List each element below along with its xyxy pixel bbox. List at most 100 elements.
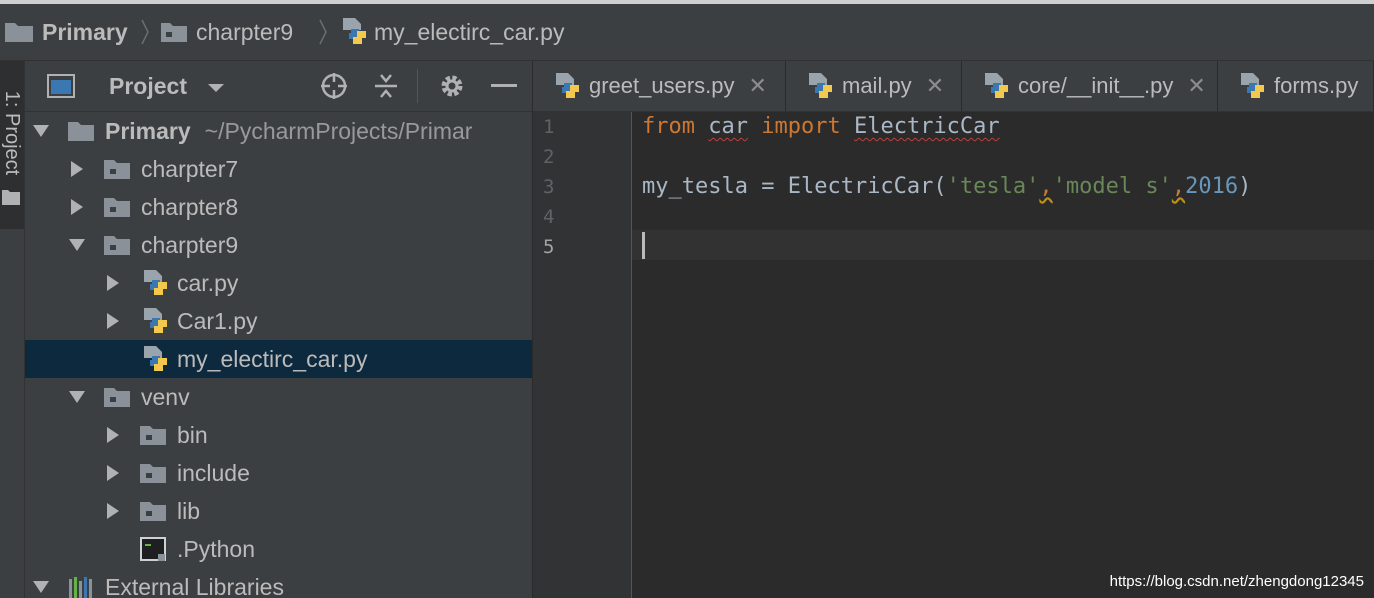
python-file-icon <box>144 308 167 333</box>
chevron-right-icon <box>140 18 150 46</box>
tree-item-label: charpter9 <box>141 232 239 258</box>
assign-operator: = <box>747 174 788 199</box>
close-paren: ) <box>1238 174 1252 199</box>
keyword-from: from <box>642 114 695 139</box>
chevron-right-icon <box>318 18 328 46</box>
folder-icon <box>5 23 33 42</box>
number-arg: 2016 <box>1185 174 1239 199</box>
folder-icon <box>104 388 130 407</box>
tree-item-label: External Libraries <box>105 574 284 598</box>
folder-icon <box>104 236 130 255</box>
tree-item-label: my_electirc_car.py <box>177 346 368 372</box>
constructor-call: ElectricCar( <box>787 174 947 199</box>
tree-item-external-libraries[interactable]: External Libraries <box>25 568 532 598</box>
line-number-gutter: 1 2 3 4 5 <box>533 112 632 598</box>
chevron-down-icon[interactable] <box>67 378 87 416</box>
tab-forms[interactable]: forms.py <box>1218 61 1374 111</box>
close-icon[interactable]: ✕ <box>749 73 767 99</box>
locate-icon[interactable] <box>319 72 349 100</box>
breadcrumb-primary[interactable]: Primary <box>4 4 128 60</box>
tree-item-charpter7[interactable]: charpter7 <box>25 150 532 188</box>
python-file-icon <box>556 73 579 98</box>
chevron-right-icon[interactable] <box>103 416 123 454</box>
chevron-right-icon[interactable] <box>103 264 123 302</box>
variable-name: my_tesla <box>642 174 748 199</box>
tab-core-init[interactable]: core/__init__.py ✕ <box>962 61 1218 111</box>
tree-item-label: include <box>177 460 250 486</box>
python-file-icon <box>985 73 1008 98</box>
tree-item-venv[interactable]: venv <box>25 378 532 416</box>
tree-item-primary[interactable]: Primary ~/PycharmProjects/Primar <box>25 112 532 150</box>
tree-item-my-electirc-car-py[interactable]: my_electirc_car.py <box>25 340 532 378</box>
line-number: 3 <box>543 176 555 198</box>
folder-icon <box>140 426 166 445</box>
python-file-icon <box>144 270 167 295</box>
python-file-icon <box>144 346 167 371</box>
tab-label: forms.py <box>1274 73 1359 98</box>
project-view-selector[interactable]: Project <box>109 61 225 111</box>
chevron-right-icon[interactable] <box>103 492 123 530</box>
folder-icon <box>140 502 166 521</box>
chevron-right-icon[interactable] <box>103 302 123 340</box>
close-icon[interactable]: ✕ <box>926 73 944 99</box>
string-arg: 'model s' <box>1052 174 1172 199</box>
breadcrumb-charpter9[interactable]: charpter9 <box>160 4 293 60</box>
imported-name: ElectricCar <box>853 114 1000 139</box>
gear-icon[interactable] <box>437 72 467 100</box>
tree-item-label: charpter8 <box>141 194 239 220</box>
project-tree: Primary ~/PycharmProjects/Primar charpter… <box>25 112 532 598</box>
project-tool-button[interactable]: 1: Project <box>0 61 24 229</box>
tree-item-primary-label: Primary <box>105 118 191 144</box>
tree-item-label: Car1.py <box>177 308 258 334</box>
tab-mail[interactable]: mail.py ✕ <box>786 61 962 111</box>
tree-item-label: lib <box>177 498 201 524</box>
project-panel-header: Project <box>25 61 532 112</box>
chevron-right-icon[interactable] <box>103 454 123 492</box>
tree-item-path: ~/PycharmProjects/Primar <box>204 118 473 144</box>
tab-greet-users[interactable]: greet_users.py ✕ <box>533 61 786 111</box>
tree-item-car1-py[interactable]: Car1.py <box>25 302 532 340</box>
line-number-current: 5 <box>543 236 555 258</box>
collapse-all-icon[interactable] <box>371 72 401 100</box>
tree-item-label: .Python <box>177 536 255 562</box>
python-file-icon <box>809 73 832 98</box>
breadcrumb-label: my_electirc_car.py <box>374 18 565 45</box>
close-icon[interactable]: ✕ <box>1187 73 1205 99</box>
breadcrumb-file[interactable]: my_electirc_car.py <box>340 4 564 60</box>
comma: , <box>1039 174 1053 199</box>
folder-icon <box>140 464 166 483</box>
tab-label: mail.py <box>842 73 912 98</box>
chevron-down-icon[interactable] <box>31 568 51 598</box>
library-icon <box>69 577 92 598</box>
chevron-down-icon[interactable] <box>67 226 87 264</box>
folder-icon <box>68 122 94 141</box>
tree-item-label: venv <box>141 384 190 410</box>
tree-item-label: charpter7 <box>141 156 239 182</box>
chevron-right-icon[interactable] <box>67 150 87 188</box>
tree-item-car-py[interactable]: car.py <box>25 264 532 302</box>
tree-item-label: bin <box>177 422 208 448</box>
tree-item-label: Primary ~/PycharmProjects/Primar <box>105 112 472 150</box>
python-file-icon <box>343 18 366 44</box>
code-editor[interactable]: from car import ElectricCar my_tesla = E… <box>632 112 1374 598</box>
keyword-import: import <box>761 114 841 139</box>
chevron-right-icon[interactable] <box>67 188 87 226</box>
tree-item-label: car.py <box>177 270 239 296</box>
breadcrumb-label: charpter9 <box>196 18 294 45</box>
watermark-text: https://blog.csdn.net/zhengdong12345 <box>1109 573 1364 590</box>
code-line-1: from car import ElectricCar <box>642 112 1000 142</box>
project-tool-label: 1: Project <box>1 90 23 176</box>
hide-panel-icon[interactable] <box>489 72 519 100</box>
tree-item-python-exec[interactable]: .Python <box>25 530 532 568</box>
chevron-down-icon <box>208 83 225 92</box>
tab-label: greet_users.py <box>589 73 735 98</box>
tree-item-lib[interactable]: lib <box>25 492 532 530</box>
code-line-3: my_tesla = ElectricCar('tesla','model s'… <box>642 172 1251 202</box>
comma: , <box>1171 174 1186 199</box>
tree-item-charpter8[interactable]: charpter8 <box>25 188 532 226</box>
project-title: Project <box>109 73 187 99</box>
tree-item-include[interactable]: include <box>25 454 532 492</box>
tree-item-charpter9[interactable]: charpter9 <box>25 226 532 264</box>
chevron-down-icon[interactable] <box>31 112 51 150</box>
tree-item-bin[interactable]: bin <box>25 416 532 454</box>
